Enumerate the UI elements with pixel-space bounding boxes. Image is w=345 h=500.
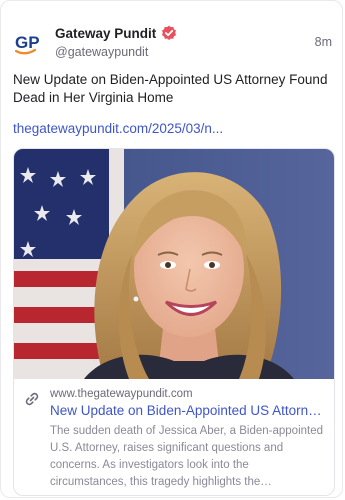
preview-image: [14, 149, 334, 379]
link-preview-card[interactable]: www.thegatewaypundit.com New Update on B…: [13, 148, 335, 496]
link-domain: www.thegatewaypundit.com: [50, 388, 193, 400]
link-title[interactable]: New Update on Biden-Appointed US Attorne…: [50, 403, 326, 418]
link-description: The sudden death of Jessica Aber, a Bide…: [50, 425, 324, 488]
post-text: New Update on Biden-Appointed US Attorne…: [13, 72, 328, 105]
author-block: Gateway Pundit @gatewaypundit: [55, 23, 177, 59]
author-handle[interactable]: @gatewaypundit: [55, 45, 177, 59]
author-name[interactable]: Gateway Pundit: [55, 26, 156, 41]
link-card-meta: www.thegatewaypundit.com New Update on B…: [14, 385, 334, 495]
avatar[interactable]: GP: [13, 27, 45, 59]
verified-badge-icon: [161, 25, 177, 41]
post-timestamp: 8m: [314, 35, 332, 49]
gp-logo-icon: GP: [14, 33, 40, 55]
post-card: GP Gateway Pundit @gatewaypundit 8m New …: [0, 0, 343, 498]
post-header: GP Gateway Pundit @gatewaypundit 8m: [13, 23, 334, 63]
link-icon: [24, 391, 40, 407]
post-link[interactable]: thegatewaypundit.com/2025/03/n...: [13, 121, 223, 136]
avatar-text: GP: [15, 33, 40, 52]
